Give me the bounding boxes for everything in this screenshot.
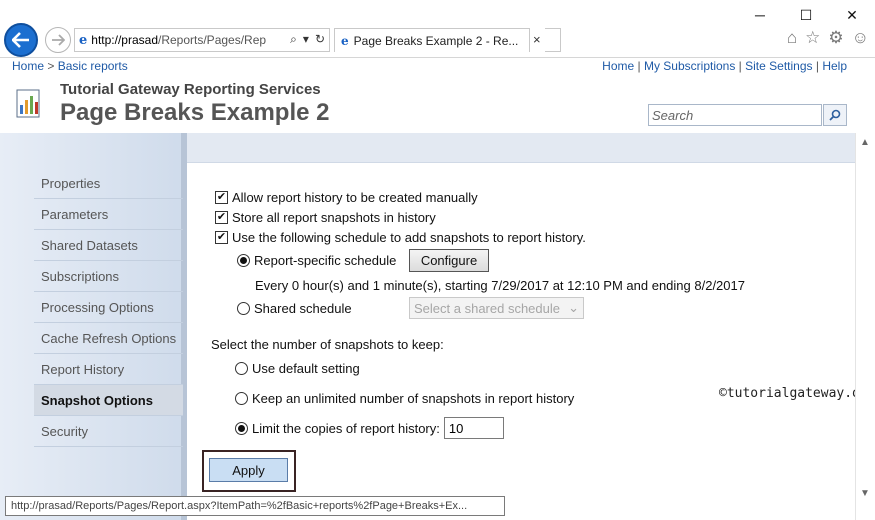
status-url-tooltip: http://prasad/Reports/Pages/Report.aspx?… (5, 496, 505, 516)
address-path: /Reports/Pages/Rep (158, 33, 267, 47)
apply-button[interactable]: Apply (209, 458, 288, 482)
minimize-button[interactable]: ─ (737, 0, 783, 30)
new-tab-button[interactable] (545, 28, 561, 52)
magnifier-icon (829, 109, 841, 121)
sidebar-item-parameters[interactable]: Parameters (34, 199, 183, 230)
page-title: Page Breaks Example 2 (60, 99, 330, 126)
sidebar-item-processing-options[interactable]: Processing Options (34, 292, 183, 323)
arrow-right-icon (52, 34, 65, 46)
close-window-button[interactable]: ✕ (829, 0, 875, 30)
allow-manual-label: Allow report history to be created manua… (232, 190, 478, 205)
report-specific-radio[interactable] (237, 254, 250, 267)
site-title: Tutorial Gateway Reporting Services (60, 81, 321, 98)
limit-label: Limit the copies of report history: (252, 420, 440, 436)
use-schedule-label: Use the following schedule to add snapsh… (232, 230, 586, 245)
snapshot-options-form: ✔ Allow report history to be created man… (187, 163, 875, 520)
window-controls: ─ ☐ ✕ (737, 0, 875, 30)
top-navigation: Home > Basic reports Home | My Subscript… (0, 58, 875, 75)
gear-icon[interactable]: ⚙ (828, 28, 843, 48)
back-button[interactable] (4, 23, 38, 57)
apply-highlight-frame: Apply (202, 450, 296, 492)
sidebar-item-cache-refresh-options[interactable]: Cache Refresh Options (34, 323, 183, 354)
smiley-feedback-icon[interactable]: ☺ (852, 28, 869, 48)
forward-button[interactable] (45, 27, 71, 53)
address-bar[interactable]: e http://prasad/Reports/Pages/Rep ⌕ ▾ ↻ (74, 28, 330, 52)
vertical-scrollbar[interactable]: ▲ ▼ (855, 133, 875, 520)
home-link[interactable]: Home (602, 59, 634, 73)
refresh-icon[interactable]: ↻ (315, 32, 325, 47)
sidebar-item-properties[interactable]: Properties (34, 168, 183, 199)
report-specific-label: Report-specific schedule (254, 253, 397, 268)
breadcrumb-folder-link[interactable]: Basic reports (58, 59, 128, 73)
shared-schedule-label: Shared schedule (254, 301, 352, 316)
configure-button[interactable]: Configure (409, 249, 489, 272)
use-default-label: Use default setting (252, 361, 360, 376)
use-default-radio[interactable] (235, 362, 248, 375)
maximize-button[interactable]: ☐ (783, 0, 829, 30)
sidebar-nav: Properties Parameters Shared Datasets Su… (34, 168, 183, 447)
arrow-left-icon (12, 32, 29, 48)
report-icon (16, 89, 40, 118)
shared-schedule-select[interactable]: Select a shared schedule ⌄ (409, 297, 584, 319)
allow-manual-row: ✔ Allow report history to be created man… (215, 190, 478, 205)
report-specific-row: Report-specific schedule (237, 253, 396, 268)
schedule-description: Every 0 hour(s) and 1 minute(s), startin… (255, 278, 745, 293)
shared-schedule-radio[interactable] (237, 302, 250, 315)
chevron-down-icon: ⌄ (568, 300, 579, 315)
use-schedule-checkbox[interactable]: ✔ (215, 231, 228, 244)
limit-copies-input[interactable] (443, 417, 504, 439)
allow-manual-checkbox[interactable]: ✔ (215, 191, 228, 204)
store-snapshots-label: Store all report snapshots in history (232, 210, 436, 225)
ie-page-icon: e (79, 32, 88, 48)
dropdown-icon[interactable]: ▾ (303, 32, 309, 47)
site-settings-link[interactable]: Site Settings (745, 59, 812, 73)
unlimited-row: Keep an unlimited number of snapshots in… (235, 391, 574, 406)
use-schedule-row: ✔ Use the following schedule to add snap… (215, 230, 586, 245)
top-links: Home | My Subscriptions | Site Settings … (602, 59, 847, 73)
store-snapshots-checkbox[interactable]: ✔ (215, 211, 228, 224)
sidebar-item-security[interactable]: Security (34, 416, 183, 447)
breadcrumb-home-link[interactable]: Home (12, 59, 44, 73)
breadcrumb-separator: > (47, 59, 55, 73)
content-toolbar (187, 133, 855, 163)
sidebar-item-subscriptions[interactable]: Subscriptions (34, 261, 183, 292)
tab-title: Page Breaks Example 2 - Re... (353, 33, 519, 48)
shared-schedule-row: Shared schedule (237, 301, 352, 316)
unlimited-label: Keep an unlimited number of snapshots in… (252, 391, 575, 406)
home-icon[interactable]: ⌂ (787, 28, 797, 48)
ie-tab-icon: e (341, 33, 349, 48)
limit-row: Limit the copies of report history: (235, 417, 504, 439)
shared-schedule-select-value: Select a shared schedule (414, 300, 560, 316)
my-subscriptions-link[interactable]: My Subscriptions (644, 59, 735, 73)
scroll-up-icon[interactable]: ▲ (860, 137, 870, 148)
browser-chrome: ─ ☐ ✕ e http://prasad/Reports/Pages/Rep … (0, 0, 875, 58)
scroll-down-icon[interactable]: ▼ (860, 488, 870, 499)
unlimited-radio[interactable] (235, 392, 248, 405)
sidebar-item-shared-datasets[interactable]: Shared Datasets (34, 230, 183, 261)
store-snapshots-row: ✔ Store all report snapshots in history (215, 210, 436, 225)
search-input[interactable]: Search (648, 104, 822, 126)
limit-radio[interactable] (235, 421, 248, 435)
sidebar-item-snapshot-options[interactable]: Snapshot Options (34, 385, 183, 416)
address-host: http://prasad (91, 33, 158, 47)
tab-close-icon[interactable]: × (533, 32, 541, 47)
search-icon[interactable]: ⌕ (290, 32, 297, 47)
report-header: Tutorial Gateway Reporting Services Page… (0, 75, 875, 133)
help-link[interactable]: Help (822, 59, 847, 73)
favorites-star-icon[interactable]: ☆ (805, 28, 820, 48)
watermark: ©tutorialgateway.org (719, 386, 875, 401)
keep-heading: Select the number of snapshots to keep: (211, 337, 444, 352)
address-tools: ⌕ ▾ ↻ (290, 32, 325, 47)
search-button[interactable] (823, 104, 847, 126)
browser-tab[interactable]: e Page Breaks Example 2 - Re... (334, 28, 530, 52)
use-default-row: Use default setting (235, 361, 360, 376)
sidebar-item-report-history[interactable]: Report History (34, 354, 183, 385)
browser-toolbar: ⌂ ☆ ⚙ ☺ (787, 28, 869, 48)
breadcrumb: Home > Basic reports (12, 59, 128, 73)
